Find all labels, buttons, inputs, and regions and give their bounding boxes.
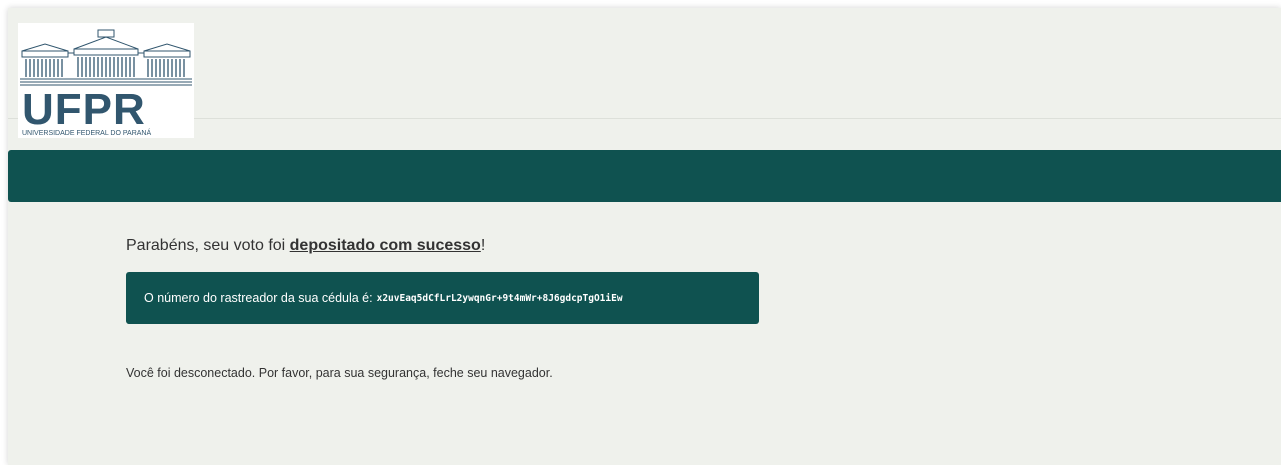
page: UFPR UNIVERSIDADE FEDERAL DO PARANÁ Para…: [8, 8, 1281, 465]
success-suffix: !: [480, 237, 486, 254]
success-prefix: Parabéns, seu voto foi: [126, 237, 290, 254]
success-message: Parabéns, seu voto foi depositado com su…: [126, 232, 1126, 260]
tracker-alert: O número do rastreador da sua cédula é: …: [126, 272, 759, 324]
green-banner: [8, 150, 1281, 202]
logout-notice: Você foi desconectado. Por favor, para s…: [126, 366, 553, 380]
tracker-code: x2uvEaq5dCfLrL2ywqnGr+9t4mWr+8J6gdcpTgO1…: [376, 292, 623, 304]
ufpr-logo: UFPR UNIVERSIDADE FEDERAL DO PARANÁ: [18, 23, 194, 138]
brand-text: UFPR: [22, 85, 146, 134]
header: [8, 8, 1281, 119]
brand-subtitle: UNIVERSIDADE FEDERAL DO PARANÁ: [22, 128, 151, 137]
main-content: Parabéns, seu voto foi depositado com su…: [126, 232, 1126, 380]
tracker-label: O número do rastreador da sua cédula é:: [144, 291, 373, 305]
ufpr-building-icon: UFPR UNIVERSIDADE FEDERAL DO PARANÁ: [20, 29, 192, 137]
success-emphasis: depositado com sucesso: [289, 237, 481, 254]
